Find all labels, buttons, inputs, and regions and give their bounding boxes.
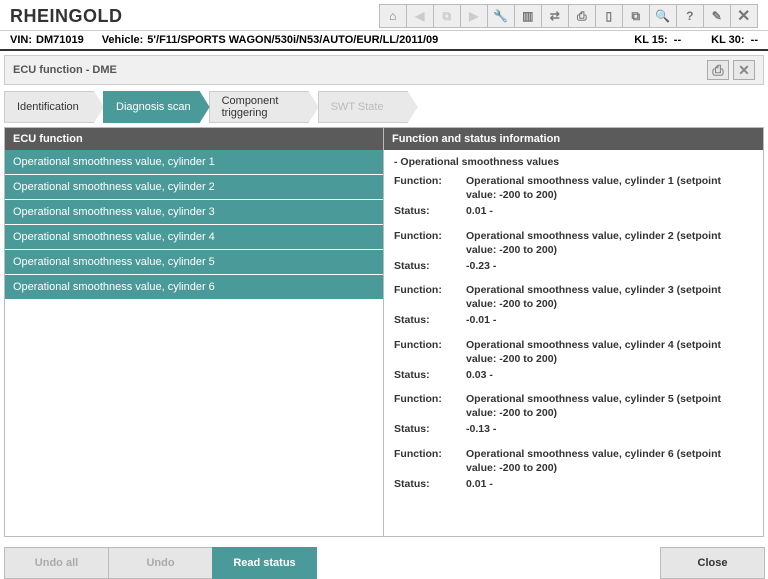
status-label: Status: bbox=[394, 259, 466, 273]
status-label: Status: bbox=[394, 204, 466, 218]
close-button[interactable]: Close bbox=[660, 547, 765, 579]
print-icon[interactable]: ⎙ bbox=[568, 4, 596, 28]
info-bar: VIN: DM71019 Vehicle: 5'/F11/SPORTS WAGO… bbox=[0, 30, 768, 51]
undo-all-button[interactable]: Undo all bbox=[4, 547, 109, 579]
list-item[interactable]: Operational smoothness value, cylinder 6 bbox=[5, 275, 383, 300]
grid-icon[interactable]: ▥ bbox=[514, 4, 542, 28]
list-item[interactable]: Operational smoothness value, cylinder 4 bbox=[5, 225, 383, 250]
help-icon[interactable]: ? bbox=[676, 4, 704, 28]
top-toolbar: ⌂ ◀ ⧉ ▶ 🔧 ▥ ⇄ ⎙ ▯ ⧉ 🔍 ? ✎ ✕ bbox=[380, 4, 758, 28]
kl30-value: -- bbox=[751, 34, 758, 46]
status-label: Status: bbox=[394, 313, 466, 327]
ecu-function-header: ECU function bbox=[5, 128, 383, 150]
edit-icon[interactable]: ✎ bbox=[703, 4, 731, 28]
print-panel-icon[interactable]: ⎙ bbox=[707, 60, 729, 80]
list-item[interactable]: Operational smoothness value, cylinder 2 bbox=[5, 175, 383, 200]
function-label: Function: bbox=[394, 229, 466, 257]
ecu-function-list: Operational smoothness value, cylinder 1… bbox=[5, 150, 383, 300]
right-pane: Function and status information - Operat… bbox=[384, 128, 763, 536]
list-item[interactable]: Operational smoothness value, cylinder 1 bbox=[5, 150, 383, 175]
function-value-4: Operational smoothness value, cylinder 4… bbox=[466, 338, 753, 366]
function-label: Function: bbox=[394, 447, 466, 475]
status-value-5: -0.13 - bbox=[466, 422, 753, 436]
status-value-2: -0.23 - bbox=[466, 259, 753, 273]
vin-value: DM71019 bbox=[36, 34, 84, 46]
function-value-3: Operational smoothness value, cylinder 3… bbox=[466, 283, 753, 311]
undo-button[interactable]: Undo bbox=[108, 547, 213, 579]
vehicle-value: 5'/F11/SPORTS WAGON/530i/N53/AUTO/EUR/LL… bbox=[147, 34, 438, 46]
swap-icon[interactable]: ⇄ bbox=[541, 4, 569, 28]
close-panel-icon[interactable]: ✕ bbox=[733, 60, 755, 80]
tab-identification[interactable]: Identification bbox=[4, 91, 104, 123]
function-label: Function: bbox=[394, 392, 466, 420]
tabs: Identification Diagnosis scan Component … bbox=[4, 91, 764, 123]
kl15-value: -- bbox=[674, 34, 681, 46]
section-title: - Operational smoothness values bbox=[394, 156, 753, 168]
wrench-icon[interactable]: 🔧 bbox=[487, 4, 515, 28]
device-icon[interactable]: ▯ bbox=[595, 4, 623, 28]
tab-swt-state: SWT State bbox=[318, 91, 418, 123]
status-info-body: - Operational smoothness values Function… bbox=[384, 150, 763, 507]
list-item[interactable]: Operational smoothness value, cylinder 3 bbox=[5, 200, 383, 225]
function-value-2: Operational smoothness value, cylinder 2… bbox=[466, 229, 753, 257]
list-item[interactable]: Operational smoothness value, cylinder 5 bbox=[5, 250, 383, 275]
tab-diagnosis-scan[interactable]: Diagnosis scan bbox=[103, 91, 210, 123]
status-label: Status: bbox=[394, 477, 466, 491]
search-icon[interactable]: 🔍 bbox=[649, 4, 677, 28]
panel-title: ECU function - DME bbox=[13, 64, 117, 76]
function-label: Function: bbox=[394, 283, 466, 311]
vin-label: VIN: bbox=[10, 34, 32, 46]
home-icon[interactable]: ⌂ bbox=[379, 4, 407, 28]
status-value-4: 0.03 - bbox=[466, 368, 753, 382]
forward-icon[interactable]: ▶ bbox=[460, 4, 488, 28]
status-label: Status: bbox=[394, 422, 466, 436]
function-label: Function: bbox=[394, 174, 466, 202]
status-info-header: Function and status information bbox=[384, 128, 763, 150]
vehicle-label: Vehicle: bbox=[102, 34, 144, 46]
status-value-6: 0.01 - bbox=[466, 477, 753, 491]
history-icon[interactable]: ⧉ bbox=[433, 4, 461, 28]
left-pane: ECU function Operational smoothness valu… bbox=[5, 128, 384, 536]
footer: Undo all Undo Read status Close bbox=[4, 547, 764, 579]
tab-component-triggering[interactable]: Component triggering bbox=[209, 91, 319, 123]
function-value-5: Operational smoothness value, cylinder 5… bbox=[466, 392, 753, 420]
function-label: Function: bbox=[394, 338, 466, 366]
content: ECU function Operational smoothness valu… bbox=[4, 127, 764, 537]
read-status-button[interactable]: Read status bbox=[212, 547, 317, 579]
status-value-3: -0.01 - bbox=[466, 313, 753, 327]
panel-header: ECU function - DME ⎙ ✕ bbox=[4, 55, 764, 85]
close-icon[interactable]: ✕ bbox=[730, 4, 758, 28]
windows-icon[interactable]: ⧉ bbox=[622, 4, 650, 28]
app-title: RHEINGOLD bbox=[10, 6, 123, 27]
back-icon[interactable]: ◀ bbox=[406, 4, 434, 28]
kl15-label: KL 15: bbox=[634, 34, 667, 46]
function-value-6: Operational smoothness value, cylinder 6… bbox=[466, 447, 753, 475]
status-label: Status: bbox=[394, 368, 466, 382]
function-value-1: Operational smoothness value, cylinder 1… bbox=[466, 174, 753, 202]
status-value-1: 0.01 - bbox=[466, 204, 753, 218]
kl30-label: KL 30: bbox=[711, 34, 744, 46]
